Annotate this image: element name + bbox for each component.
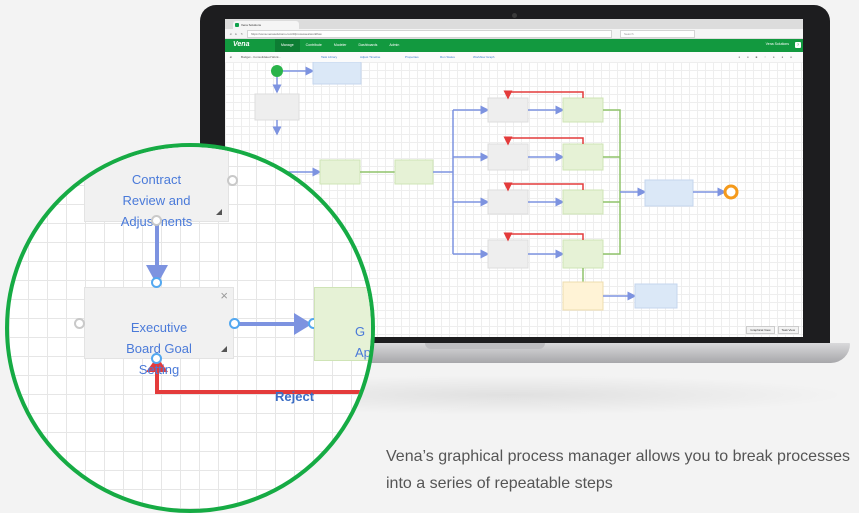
vena-logo[interactable]: Vena [233, 41, 249, 48]
browser-search-field[interactable]: Search [620, 30, 695, 38]
laptop-notch [425, 343, 545, 349]
zoom-magnifier: Contract Review and Adjustments × Execut… [5, 143, 375, 513]
port-icon[interactable] [74, 318, 85, 329]
task-view-button[interactable]: Task View [777, 326, 799, 334]
node-regional-aggregation [644, 179, 694, 207]
node-contract-review [254, 93, 300, 121]
caption-text: Vena’s graphical process manager allows … [386, 448, 850, 492]
nav-modeler[interactable]: Modeler [328, 39, 353, 52]
port-icon[interactable] [151, 277, 162, 288]
adjust-timeline-link[interactable]: Adjust Timeline [360, 55, 380, 59]
resize-grip-icon[interactable] [221, 346, 227, 352]
nav-manage[interactable]: Manage [275, 39, 300, 52]
nav-admin[interactable]: Admin [383, 39, 405, 52]
review-nodes [562, 97, 604, 269]
user-menu[interactable]: Vena Solutions [766, 42, 789, 46]
port-icon[interactable] [151, 353, 162, 364]
run-status-link[interactable]: Run Status [440, 55, 455, 59]
url-field[interactable]: https://vena.venasolutions.com/#/process… [247, 30, 612, 38]
task-library-link[interactable]: Task Library [321, 55, 337, 59]
close-icon[interactable]: × [220, 289, 228, 303]
browser-nav-icons[interactable]: ◄ ► ↻ [229, 32, 244, 36]
app-nav-menu: Manage Contribute Modeler Dashboards Adm… [275, 39, 405, 52]
zoom-node-executive-goal[interactable]: Executive Board Goal Setting × [84, 287, 234, 377]
browser-tab[interactable]: Vena Solutions [233, 21, 299, 29]
toolbar-icons[interactable]: ● ● ■ ○ ● ● ● [738, 55, 795, 59]
process-title[interactable]: Budget - Consolidated Work... [241, 55, 281, 59]
webcam [512, 13, 517, 18]
node-quarterly-report [634, 283, 678, 309]
browser-tab-title: Vena Solutions [241, 23, 262, 27]
browser-addressbar: ◄ ► ↻ https://vena.venasolutions.com/#/p… [225, 29, 803, 39]
graphical-view-button[interactable]: Graphical View [746, 326, 775, 334]
port-icon[interactable] [151, 215, 162, 226]
nav-dashboards[interactable]: Dashboards [352, 39, 383, 52]
app-navbar: Vena Manage Contribute Modeler Dashboard… [225, 39, 803, 52]
properties-link[interactable]: Properties [405, 55, 419, 59]
back-button[interactable]: ◄ [229, 55, 232, 59]
zoom-node-contract-review[interactable]: Contract Review and Adjustments × [84, 147, 229, 229]
workflow-graph-link[interactable]: Workflow Graph [473, 55, 494, 59]
favicon-icon [235, 23, 239, 27]
canvas-view-buttons: Graphical View Task View [746, 326, 799, 334]
node-long-term-asset [562, 281, 604, 311]
node-planning-assumptions [312, 61, 362, 85]
node-financial-modeling [394, 159, 434, 185]
start-node-icon [271, 65, 283, 77]
browser-tabbar: Vena Solutions [225, 19, 803, 29]
zoom-node-goal-label: G App [355, 324, 371, 360]
zoom-node-goal-approval[interactable]: G App [314, 287, 371, 361]
end-node-icon [723, 184, 739, 200]
headcount-nodes [487, 97, 529, 269]
resize-grip-icon[interactable] [216, 209, 222, 215]
help-button[interactable]: ? [795, 42, 801, 48]
port-icon[interactable] [229, 318, 240, 329]
reject-label: Reject [275, 389, 315, 404]
port-icon[interactable] [227, 175, 238, 186]
nav-contribute[interactable]: Contribute [300, 39, 328, 52]
